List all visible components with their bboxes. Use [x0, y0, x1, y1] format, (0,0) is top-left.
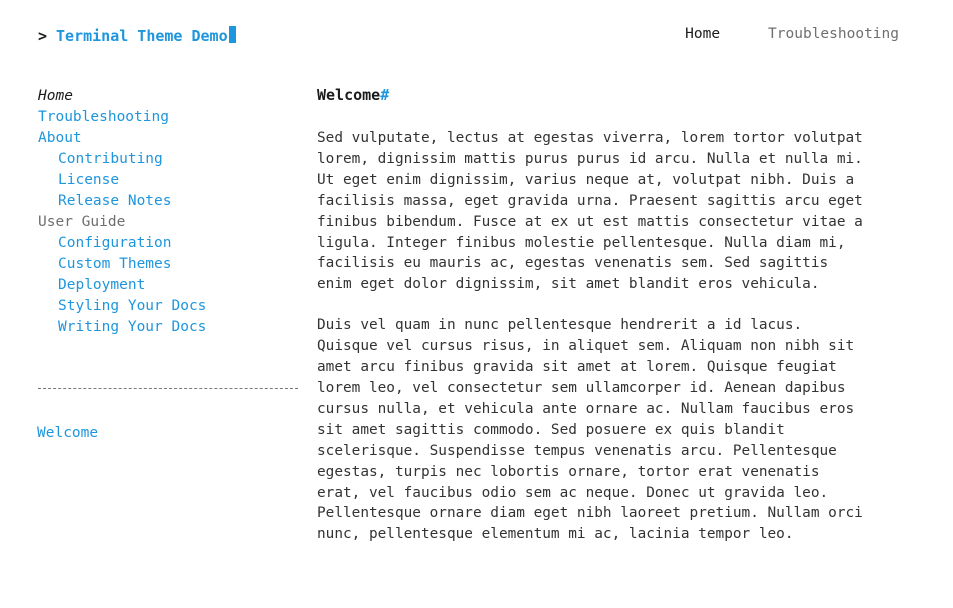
- sidebar-item-label[interactable]: Troubleshooting: [38, 109, 169, 125]
- sidebar-item-release-notes[interactable]: Release Notes: [38, 191, 300, 212]
- sidebar-item-label[interactable]: License: [58, 172, 119, 188]
- top-navigation: Home Troubleshooting: [685, 26, 899, 42]
- page-title-text: Welcome: [317, 86, 381, 104]
- sidebar-item-styling-your-docs[interactable]: Styling Your Docs: [38, 296, 300, 317]
- body-paragraph: Sed vulputate, lectus at egestas viverra…: [317, 130, 863, 293]
- sidebar-item-license[interactable]: License: [38, 170, 300, 191]
- sidebar-item-label[interactable]: Custom Themes: [58, 256, 172, 272]
- sidebar-section-user-guide: User Guide: [38, 212, 300, 233]
- page-root: > Terminal Theme Demo Home Troubleshooti…: [0, 0, 953, 608]
- sidebar-item-writing-your-docs[interactable]: Writing Your Docs: [38, 317, 300, 338]
- terminal-cursor-icon: [228, 25, 236, 43]
- sidebar-item-label: Home: [38, 88, 73, 104]
- sidebar-item-deployment[interactable]: Deployment: [38, 275, 300, 296]
- sidebar-item-configuration[interactable]: Configuration: [38, 233, 300, 254]
- body-paragraph: Duis vel quam in nunc pellentesque hendr…: [317, 317, 863, 543]
- sidebar-item-contributing[interactable]: Contributing: [38, 149, 300, 170]
- top-nav-item-home[interactable]: Home: [685, 26, 720, 42]
- sidebar-item-label[interactable]: Writing Your Docs: [58, 319, 206, 335]
- sidebar-item-label[interactable]: Styling Your Docs: [58, 298, 206, 314]
- brand-title-link[interactable]: Terminal Theme Demo: [56, 27, 228, 45]
- sidebar-item-label[interactable]: Release Notes: [58, 193, 172, 209]
- sidebar-item-home[interactable]: Home: [38, 86, 300, 107]
- page-title: Welcome#: [317, 84, 866, 106]
- sidebar-divider: [38, 388, 298, 389]
- sidebar-item-label[interactable]: Deployment: [58, 277, 145, 293]
- brand[interactable]: > Terminal Theme Demo: [38, 24, 236, 45]
- sidebar-item-label[interactable]: About: [38, 130, 82, 146]
- toc-item-welcome[interactable]: Welcome: [37, 423, 300, 444]
- anchor-link-icon[interactable]: #: [380, 86, 389, 104]
- sidebar-section-label: User Guide: [38, 214, 126, 230]
- toc-item-label[interactable]: Welcome: [37, 425, 98, 441]
- sidebar: Home Troubleshooting About Contributing …: [0, 68, 300, 444]
- sidebar-nav-list: Home Troubleshooting About Contributing …: [38, 86, 300, 338]
- sidebar-toc-list: Welcome: [37, 423, 300, 444]
- sidebar-item-custom-themes[interactable]: Custom Themes: [38, 254, 300, 275]
- prompt-icon: >: [38, 26, 48, 45]
- sidebar-item-label[interactable]: Configuration: [58, 235, 172, 251]
- site-header: > Terminal Theme Demo Home Troubleshooti…: [0, 0, 953, 68]
- sidebar-item-about[interactable]: About: [38, 128, 300, 149]
- content-wrapper: Home Troubleshooting About Contributing …: [0, 68, 953, 545]
- top-nav-item-troubleshooting[interactable]: Troubleshooting: [768, 26, 899, 42]
- sidebar-item-label[interactable]: Contributing: [58, 151, 163, 167]
- sidebar-item-troubleshooting[interactable]: Troubleshooting: [38, 107, 300, 128]
- main-content: Welcome# Sed vulputate, lectus at egesta…: [300, 68, 910, 545]
